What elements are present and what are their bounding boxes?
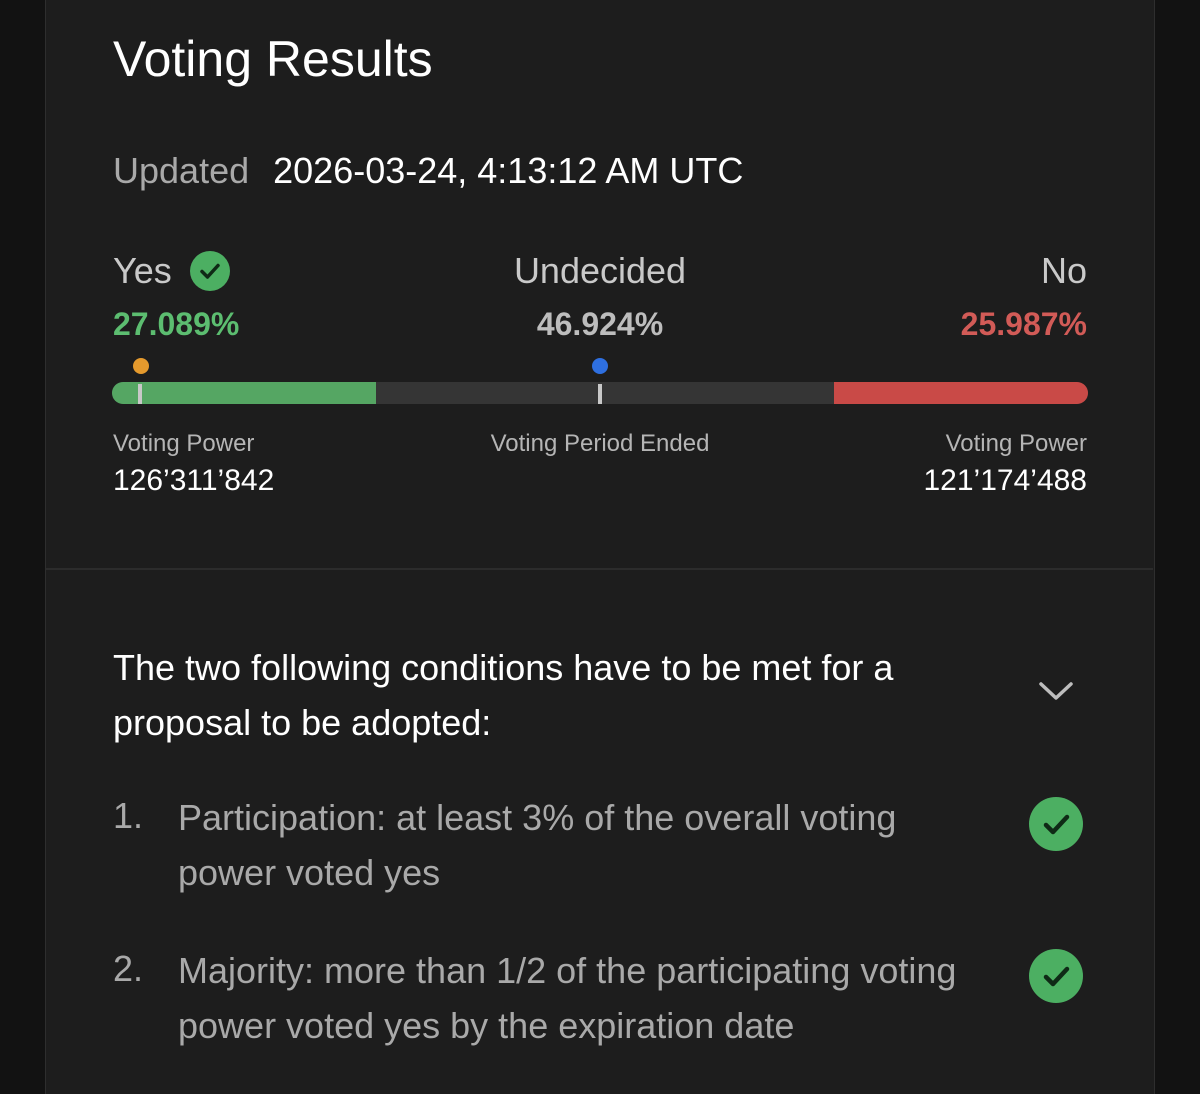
chevron-down-icon[interactable] — [1036, 676, 1076, 706]
majority-threshold-marker — [592, 358, 608, 374]
condition-number: 1. — [113, 795, 144, 836]
no-voting-power-label: Voting Power — [945, 430, 1087, 457]
updated-timestamp: Updated 2026-03-24, 4:13:12 AM UTC — [113, 150, 743, 192]
participation-tick — [138, 384, 142, 404]
undecided-label: Undecided — [513, 250, 687, 291]
majority-tick — [598, 384, 602, 404]
participation-threshold-marker — [133, 358, 149, 374]
page-title: Voting Results — [113, 31, 433, 87]
section-divider — [46, 568, 1153, 570]
check-circle-icon — [1029, 797, 1083, 851]
conditions-intro: The two following conditions have to be … — [113, 647, 894, 743]
condition-text: Participation: at least 3% of the overal… — [178, 797, 897, 893]
no-percent: 25.987% — [960, 306, 1087, 342]
updated-value: 2026-03-24, 4:13:12 AM UTC — [273, 150, 744, 191]
yes-voting-power-value: 126’311’842 — [113, 464, 275, 497]
no-label: No — [1040, 250, 1087, 291]
check-circle-icon — [1029, 949, 1083, 1003]
condition-number: 2. — [113, 948, 144, 989]
no-voting-power-value: 121’174’488 — [923, 464, 1088, 497]
condition-text: Majority: more than 1/2 of the participa… — [178, 950, 957, 1046]
no-bar-segment — [834, 382, 1088, 404]
yes-bar-segment — [112, 382, 377, 404]
updated-label: Updated — [113, 150, 250, 191]
